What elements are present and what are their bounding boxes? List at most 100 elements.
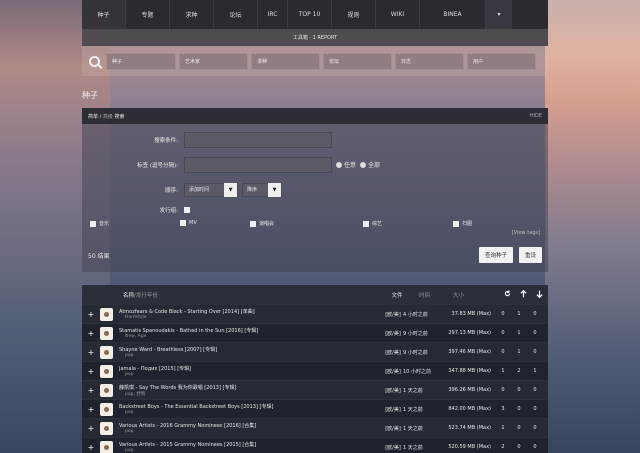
nav-requests[interactable]: 求种 bbox=[170, 0, 214, 29]
view-tags-link[interactable]: [View tags] bbox=[512, 230, 540, 236]
table-body: + Atmozfears & Code Black - Starting Ove… bbox=[82, 304, 548, 453]
search-term-input[interactable] bbox=[184, 131, 332, 148]
expand-icon[interactable]: + bbox=[82, 405, 100, 414]
search-forums-input[interactable]: 论坛 bbox=[323, 52, 392, 70]
seeders-cell: 1 bbox=[517, 311, 521, 317]
expand-icon[interactable]: + bbox=[82, 348, 100, 357]
category-checkbox[interactable] bbox=[250, 220, 256, 227]
torrent-tags[interactable]: pop bbox=[119, 410, 383, 415]
order-direction-select[interactable]: 降序 ▼ bbox=[242, 182, 282, 197]
time-cell: 1 天之前 bbox=[403, 425, 423, 432]
torrent-tags[interactable]: pop bbox=[119, 429, 383, 434]
header-time[interactable]: 时间 bbox=[407, 291, 447, 299]
radio-any[interactable] bbox=[336, 161, 342, 168]
search-log-input[interactable]: 日志 bbox=[395, 52, 464, 70]
torrent-tags[interactable]: New, Age bbox=[119, 334, 383, 339]
torrent-title-link[interactable]: Stamatis Spanoudakis - Bathed in the Sun… bbox=[119, 327, 383, 334]
order-select[interactable]: 添加时间 ▼ bbox=[184, 182, 238, 197]
seeders-cell: 0 bbox=[517, 444, 521, 450]
nav-rules[interactable]: 规则 bbox=[332, 0, 376, 29]
category-checkbox[interactable] bbox=[180, 220, 186, 226]
search-artists-input[interactable]: 艺术家 bbox=[179, 52, 248, 70]
search-requests-input[interactable]: 求种 bbox=[251, 52, 320, 70]
files-cell[interactable]: [欧/美] bbox=[383, 444, 403, 451]
torrent-title-link[interactable]: Shayne Ward - Breathless [2007] [专辑] bbox=[119, 346, 383, 353]
nav-collections[interactable]: 专题 bbox=[126, 0, 170, 29]
category-label: 演唱会 bbox=[259, 221, 275, 227]
nav-user[interactable]: BINEA bbox=[420, 0, 486, 29]
nav-forums[interactable]: 论坛 bbox=[214, 0, 258, 29]
category-checkbox[interactable] bbox=[453, 220, 459, 227]
category-checkbox[interactable] bbox=[90, 220, 96, 227]
search-users-input[interactable]: 用户 bbox=[467, 52, 536, 70]
files-cell[interactable]: [欧/美] bbox=[383, 330, 403, 337]
reset-button[interactable]: 重设 bbox=[518, 247, 542, 263]
expand-icon[interactable]: + bbox=[82, 310, 100, 319]
torrent-title-link[interactable]: Jamala - Подих [2015] [专辑] bbox=[119, 365, 383, 372]
torrent-title-link[interactable]: 薛凯琪 - Say The Words 我为你歌唱 [2013] [专辑] bbox=[119, 384, 383, 391]
torrent-tags[interactable]: pop bbox=[119, 372, 383, 377]
expand-icon[interactable]: + bbox=[82, 386, 100, 395]
header-year-label[interactable]: /发行年份 bbox=[134, 293, 158, 299]
seeders-cell: 0 bbox=[517, 387, 521, 393]
leechers-cell: 0 bbox=[533, 444, 537, 450]
torrent-title-link[interactable]: Various Artists - 2016 Grammy Nominees [… bbox=[119, 422, 383, 429]
refresh-icon[interactable] bbox=[499, 290, 515, 299]
search-torrents-input[interactable]: 种子 bbox=[106, 52, 176, 70]
category-label: 扫图 bbox=[462, 221, 473, 227]
category-scans[interactable]: 扫图 bbox=[453, 220, 472, 227]
expand-icon[interactable]: + bbox=[82, 329, 100, 338]
category-checkbox[interactable] bbox=[363, 220, 369, 227]
torrent-name: Jamala - Подих [2015] [专辑] pop bbox=[119, 365, 383, 377]
files-cell[interactable]: [欧/美] bbox=[383, 311, 403, 318]
order-row: 顺序: 添加时间 ▼ 降序 ▼ bbox=[82, 177, 548, 202]
toolbar[interactable]: 工具箱 · 1 REPORT bbox=[82, 29, 548, 46]
header-name[interactable]: 名称/发行年份 bbox=[123, 291, 387, 299]
tags-input[interactable] bbox=[184, 156, 332, 173]
files-cell[interactable]: [欧/美] bbox=[383, 349, 403, 356]
chevron-down-icon[interactable]: ▾ bbox=[486, 0, 512, 29]
mode-simple[interactable]: 简单 bbox=[88, 114, 98, 120]
search-button[interactable]: 查询种子 bbox=[479, 247, 514, 263]
chevron-down-icon: ▼ bbox=[268, 182, 281, 197]
header-name-label[interactable]: 名称 bbox=[123, 293, 134, 299]
torrent-tags[interactable]: pop bbox=[119, 448, 383, 453]
files-cell[interactable]: [欧/美] bbox=[383, 368, 403, 375]
expand-icon[interactable]: + bbox=[82, 424, 100, 433]
torrent-title-link[interactable]: Backstreet Boys - The Essential Backstre… bbox=[119, 403, 383, 410]
radio-all[interactable] bbox=[360, 161, 367, 168]
group-checkbox[interactable] bbox=[184, 207, 190, 213]
size-cell: 37.83 MB (Max) bbox=[451, 311, 491, 317]
time-cell: 9 小时之前 bbox=[403, 330, 428, 337]
category-mv[interactable]: MV bbox=[180, 220, 197, 226]
chevron-down-icon: ▼ bbox=[224, 182, 237, 197]
header-size[interactable]: 大小 bbox=[447, 291, 499, 299]
torrent-tags[interactable]: pop, 抒情 bbox=[119, 391, 383, 397]
files-cell[interactable]: [欧/美] bbox=[383, 406, 403, 413]
files-cell[interactable]: [欧/美] bbox=[383, 425, 403, 432]
category-variety[interactable]: 综艺 bbox=[363, 220, 382, 227]
category-music[interactable]: 音乐 bbox=[90, 220, 109, 227]
nav-torrents[interactable]: 种子 bbox=[82, 0, 126, 29]
hide-link[interactable]: HIDE bbox=[530, 113, 542, 119]
search-panel: 简单 / 高级 搜索 HIDE 搜索条件: 标签 (逗号分隔): 任意 全部 顺… bbox=[82, 108, 548, 272]
leechers-cell: 0 bbox=[533, 425, 537, 431]
nav-top10[interactable]: TOP 10 bbox=[288, 0, 332, 29]
nav-irc[interactable]: IRC bbox=[258, 0, 288, 29]
seeders-cell: 0 bbox=[517, 406, 521, 412]
leechers-cell: 0 bbox=[533, 349, 537, 355]
torrent-tags[interactable]: Hardstyle bbox=[119, 315, 383, 320]
search-icon[interactable] bbox=[89, 55, 100, 67]
arrow-up-icon[interactable] bbox=[515, 289, 531, 300]
torrent-tags[interactable]: pop bbox=[119, 353, 383, 358]
nav-wiki[interactable]: WIKI bbox=[376, 0, 420, 29]
category-concert[interactable]: 演唱会 bbox=[250, 220, 274, 227]
header-files[interactable]: 文件 bbox=[387, 291, 407, 299]
expand-icon[interactable]: + bbox=[82, 367, 100, 376]
expand-icon[interactable]: + bbox=[82, 443, 100, 452]
files-cell[interactable]: [欧/美] bbox=[383, 387, 403, 394]
torrent-title-link[interactable]: Atmozfears & Code Black - Starting Over … bbox=[119, 308, 383, 315]
torrent-title-link[interactable]: Various Artists - 2015 Grammy Nominees [… bbox=[119, 441, 383, 448]
mode-advanced[interactable]: 高级 bbox=[103, 114, 113, 120]
arrow-down-icon[interactable] bbox=[531, 290, 547, 300]
